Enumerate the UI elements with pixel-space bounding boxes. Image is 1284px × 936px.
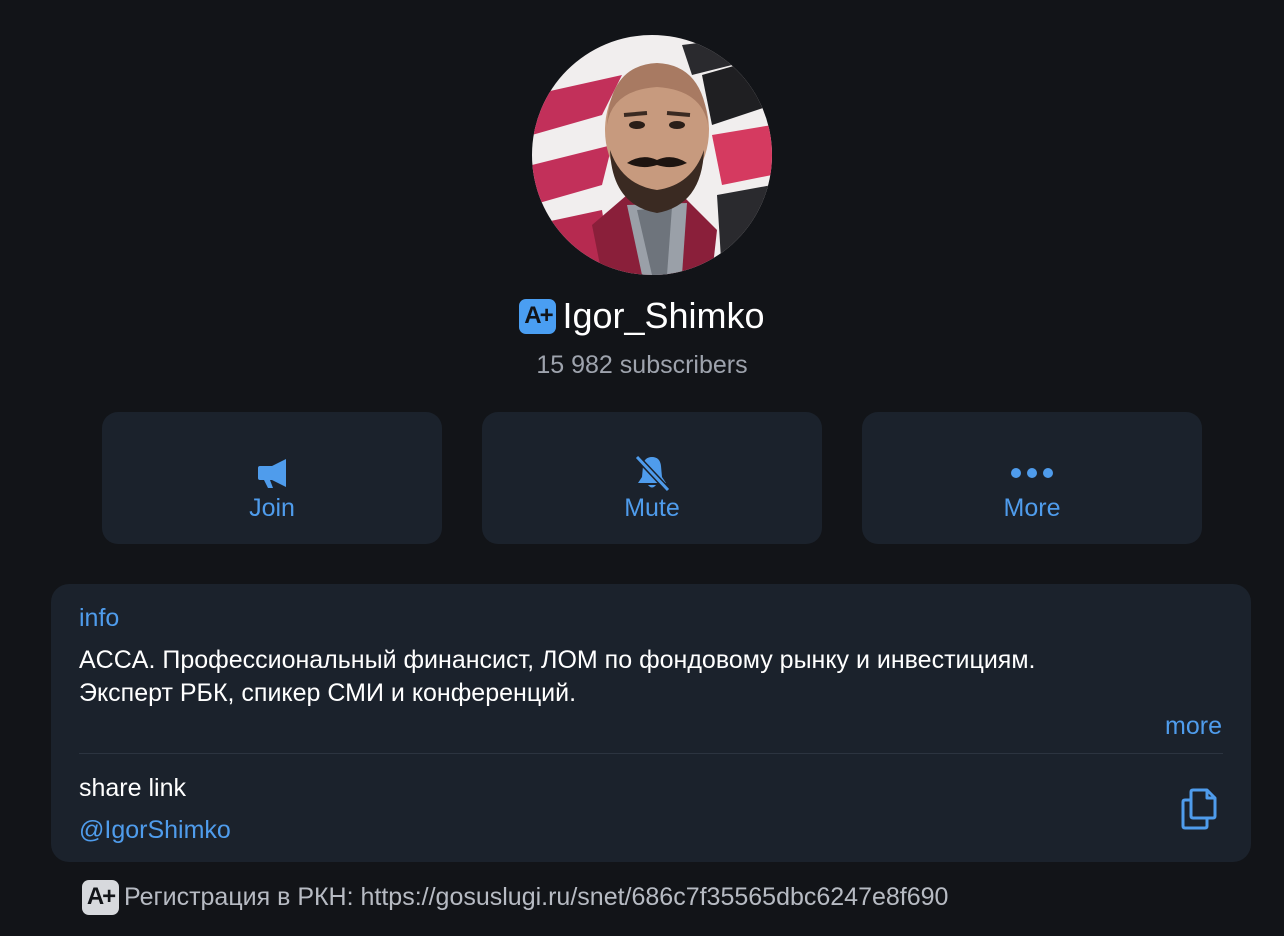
channel-name: Igor_Shimko — [562, 295, 765, 336]
share-link-label: share link — [79, 774, 186, 802]
mute-label: Mute — [624, 494, 680, 522]
registration-footer: A+ Регистрация в РКН: https://gosuslugi.… — [82, 878, 948, 916]
info-label: info — [79, 604, 120, 632]
bell-slash-icon — [482, 448, 822, 498]
more-button[interactable]: More — [862, 412, 1202, 544]
join-button[interactable]: Join — [102, 412, 442, 544]
subscriber-count: 15 982 subscribers — [536, 351, 748, 379]
divider — [79, 753, 1223, 754]
avatar-image — [532, 35, 772, 275]
info-line-1: ACCA. Профессиональный финансист, ЛОМ по… — [79, 646, 1036, 674]
share-link-value[interactable]: @IgorShimko — [79, 815, 231, 845]
channel-avatar[interactable] — [532, 35, 772, 275]
ellipsis-icon — [862, 448, 1202, 498]
copy-icon[interactable] — [1179, 786, 1223, 832]
megaphone-icon — [102, 448, 442, 498]
info-card: info ACCA. Профессиональный финансист, Л… — [51, 584, 1251, 862]
channel-title-row: A+ Igor_Shimko — [0, 294, 1284, 338]
info-line-2: Эксперт РБК, спикер СМИ и конференций. — [79, 679, 577, 707]
info-more-link[interactable]: more — [1165, 711, 1222, 741]
more-label: More — [1003, 494, 1061, 522]
registry-badge-icon: A+ — [82, 879, 119, 915]
registration-text[interactable]: Регистрация в РКН: https://gosuslugi.ru/… — [124, 882, 948, 912]
channel-profile-page: A+ Igor_Shimko 15 982 subscribers Join M… — [0, 0, 1284, 936]
info-description: ACCA. Профессиональный финансист, ЛОМ по… — [79, 644, 1229, 710]
join-label: Join — [249, 494, 295, 522]
verified-badge-icon: A+ — [519, 298, 557, 334]
mute-button[interactable]: Mute — [482, 412, 822, 544]
